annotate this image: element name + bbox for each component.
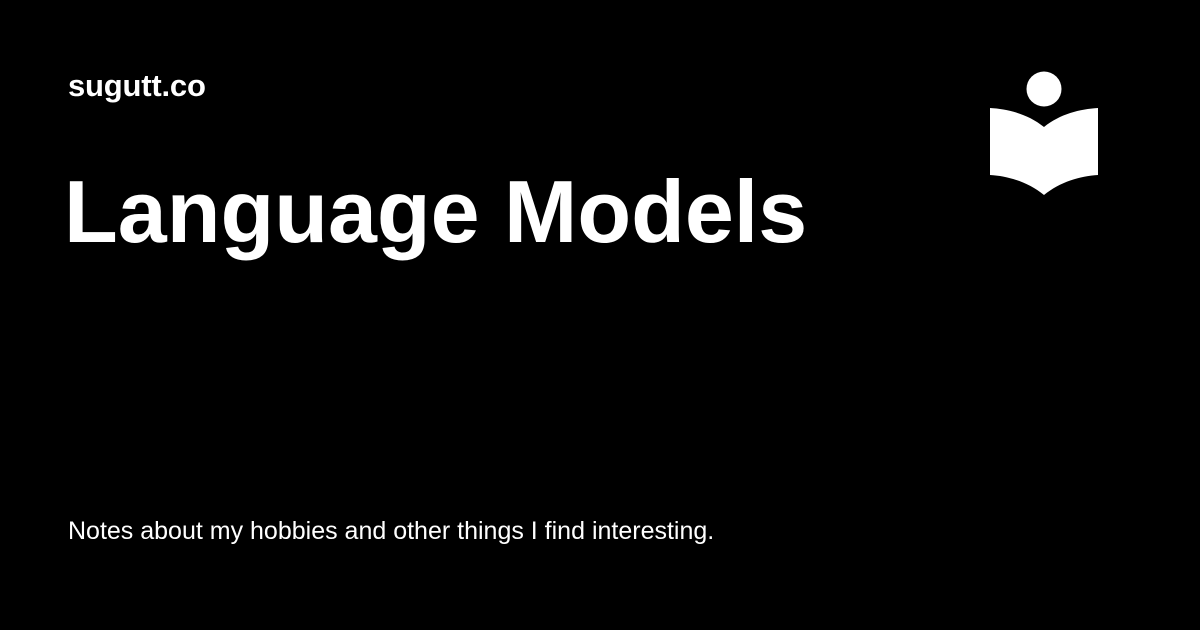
site-name[interactable]: sugutt.co	[68, 66, 206, 106]
social-card: sugutt.co Language Models Notes about my…	[0, 0, 1200, 630]
page-title: Language Models	[64, 162, 808, 261]
site-tagline: Notes about my hobbies and other things …	[68, 517, 715, 545]
reader-book-icon	[990, 71, 1098, 195]
